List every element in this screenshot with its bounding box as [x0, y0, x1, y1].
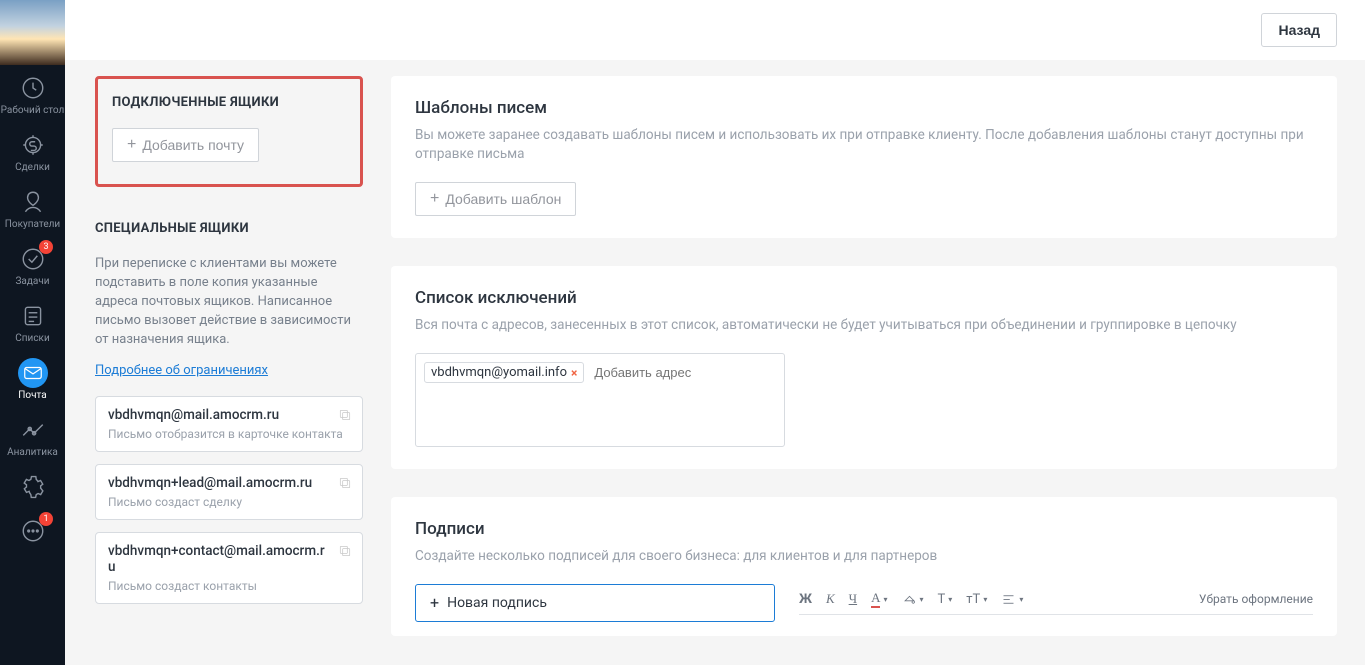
nav-analytics[interactable]: Аналитика: [0, 407, 65, 464]
caret-down-icon: ▾: [883, 595, 887, 604]
badge: 1: [39, 512, 53, 526]
toolbar-heading[interactable]: тT▾: [966, 592, 987, 607]
exclusions-card: Список исключений Вся почта с адресов, з…: [391, 266, 1337, 469]
limitations-link[interactable]: Подробнее об ограничениях: [95, 363, 268, 378]
nav-dashboard[interactable]: Рабочий стол: [0, 65, 65, 122]
toolbar-underline[interactable]: Ч: [849, 591, 857, 607]
nav-lists[interactable]: Списки: [0, 293, 65, 350]
settings-right-column: Шаблоны писем Вы можете заранее создават…: [377, 60, 1365, 665]
exclusions-input-box[interactable]: vbdhvmqn@yomail.info ×: [415, 353, 785, 447]
editor-toolbar: Ж К Ч А ▾ ▾ T▾ тT▾: [799, 584, 1313, 615]
nav-deals[interactable]: Сделки: [0, 122, 65, 179]
mailbox-address: vbdhvmqn+lead@mail.amocrm.ru: [108, 475, 350, 491]
nav-label: Покупатели: [5, 219, 60, 230]
back-button[interactable]: Назад: [1261, 13, 1337, 47]
copy-icon[interactable]: [338, 407, 352, 421]
special-mailbox-card[interactable]: vbdhvmqn+lead@mail.amocrm.ru Письмо созд…: [95, 464, 363, 520]
toolbar-font-size[interactable]: T▾: [938, 592, 953, 607]
nav-mail[interactable]: Почта: [0, 350, 65, 407]
signature-row: + Новая подпись Ж К Ч А ▾ ▾: [415, 584, 1313, 622]
mail-icon: [18, 358, 48, 388]
topbar: Назад: [65, 0, 1365, 60]
nav-chat[interactable]: 1: [0, 508, 65, 552]
plus-icon: +: [127, 138, 136, 152]
exclusion-tag-text: vbdhvmqn@yomail.info: [431, 365, 567, 380]
buyers-icon: [18, 187, 48, 217]
content: ПОДКЛЮЧЕННЫЕ ЯЩИКИ + Добавить почту СПЕЦ…: [65, 60, 1365, 665]
nav-settings[interactable]: [0, 464, 65, 508]
nav-label: Задачи: [15, 276, 49, 287]
remove-tag-icon[interactable]: ×: [571, 366, 577, 380]
exclusions-desc: Вся почта с адресов, занесенных в этот с…: [415, 316, 1313, 335]
mailbox-address: vbdhvmqn@mail.amocrm.ru: [108, 407, 350, 423]
add-mailbox-label: Добавить почту: [142, 137, 244, 153]
page: Назад ПОДКЛЮЧЕННЫЕ ЯЩИКИ + Добавить почт…: [65, 0, 1365, 665]
signatures-desc: Создайте несколько подписей для своего б…: [415, 547, 1313, 566]
toolbar-bold[interactable]: Ж: [799, 592, 812, 607]
nav-tasks[interactable]: 3 Задачи: [0, 236, 65, 293]
deals-icon: [18, 130, 48, 160]
plus-icon: +: [430, 596, 439, 610]
badge: 3: [39, 240, 53, 254]
copy-icon[interactable]: [338, 475, 352, 489]
caret-down-icon: ▾: [1019, 595, 1023, 604]
exclusion-add-input[interactable]: [590, 362, 774, 383]
add-mailbox-button[interactable]: + Добавить почту: [112, 128, 259, 162]
templates-desc: Вы можете заранее создавать шаблоны писе…: [415, 126, 1313, 164]
templates-card: Шаблоны писем Вы можете заранее создават…: [391, 76, 1337, 238]
mailbox-address: vbdhvmqn+contact@mail.amocrm.ru: [108, 543, 350, 575]
nav-buyers[interactable]: Покупатели: [0, 179, 65, 236]
templates-title: Шаблоны писем: [415, 98, 1313, 118]
add-signature-label: Новая подпись: [447, 595, 547, 611]
toolbar-align[interactable]: ▾: [1001, 592, 1023, 607]
caret-down-icon: ▾: [920, 595, 924, 604]
special-title: СПЕЦИАЛЬНЫЕ ЯЩИКИ: [95, 221, 363, 236]
lists-icon: [18, 301, 48, 331]
connected-title: ПОДКЛЮЧЕННЫЕ ЯЩИКИ: [112, 95, 346, 110]
nav-label: Списки: [15, 333, 49, 344]
nav-sidebar: Рабочий стол Сделки Покупатели 3 Задачи …: [0, 0, 65, 665]
nav-label: Сделки: [15, 162, 50, 173]
mailbox-sub: Письмо создаст контакты: [108, 579, 350, 593]
plus-icon: +: [430, 192, 439, 206]
nav-label: Почта: [18, 390, 46, 401]
signatures-card: Подписи Создайте несколько подписей для …: [391, 497, 1337, 636]
nav-label: Рабочий стол: [1, 105, 65, 116]
signatures-title: Подписи: [415, 519, 1313, 539]
exclusions-title: Список исключений: [415, 288, 1313, 308]
special-desc: При переписке с клиентами вы можете подс…: [95, 254, 363, 349]
settings-left-column: ПОДКЛЮЧЕННЫЕ ЯЩИКИ + Добавить почту СПЕЦ…: [77, 60, 377, 665]
toolbar-fontcolor-label: А: [871, 590, 880, 608]
analytics-icon: [18, 415, 48, 445]
connected-mailboxes-panel: ПОДКЛЮЧЕННЫЕ ЯЩИКИ + Добавить почту: [95, 76, 363, 187]
add-template-button[interactable]: + Добавить шаблон: [415, 182, 576, 216]
toolbar-clear-format[interactable]: Убрать оформление: [1199, 592, 1313, 606]
add-template-label: Добавить шаблон: [445, 191, 561, 207]
avatar[interactable]: [0, 0, 65, 65]
settings-icon: [18, 472, 48, 502]
copy-icon[interactable]: [338, 543, 352, 557]
exclusion-tag: vbdhvmqn@yomail.info ×: [424, 362, 584, 383]
nav-label: Аналитика: [7, 447, 58, 458]
dashboard-icon: [18, 73, 48, 103]
mailbox-sub: Письмо создаст сделку: [108, 495, 350, 509]
mailbox-sub: Письмо отобразится в карточке контакта: [108, 427, 350, 441]
add-signature-button[interactable]: + Новая подпись: [415, 584, 775, 622]
caret-down-icon: ▾: [983, 595, 987, 604]
toolbar-italic[interactable]: К: [826, 591, 835, 607]
special-mailbox-card[interactable]: vbdhvmqn@mail.amocrm.ru Письмо отобразит…: [95, 396, 363, 452]
toolbar-fill-color[interactable]: ▾: [902, 592, 924, 607]
toolbar-font-color[interactable]: А ▾: [871, 590, 887, 608]
caret-down-icon: ▾: [948, 595, 952, 604]
special-mailbox-card[interactable]: vbdhvmqn+contact@mail.amocrm.ru Письмо с…: [95, 532, 363, 604]
